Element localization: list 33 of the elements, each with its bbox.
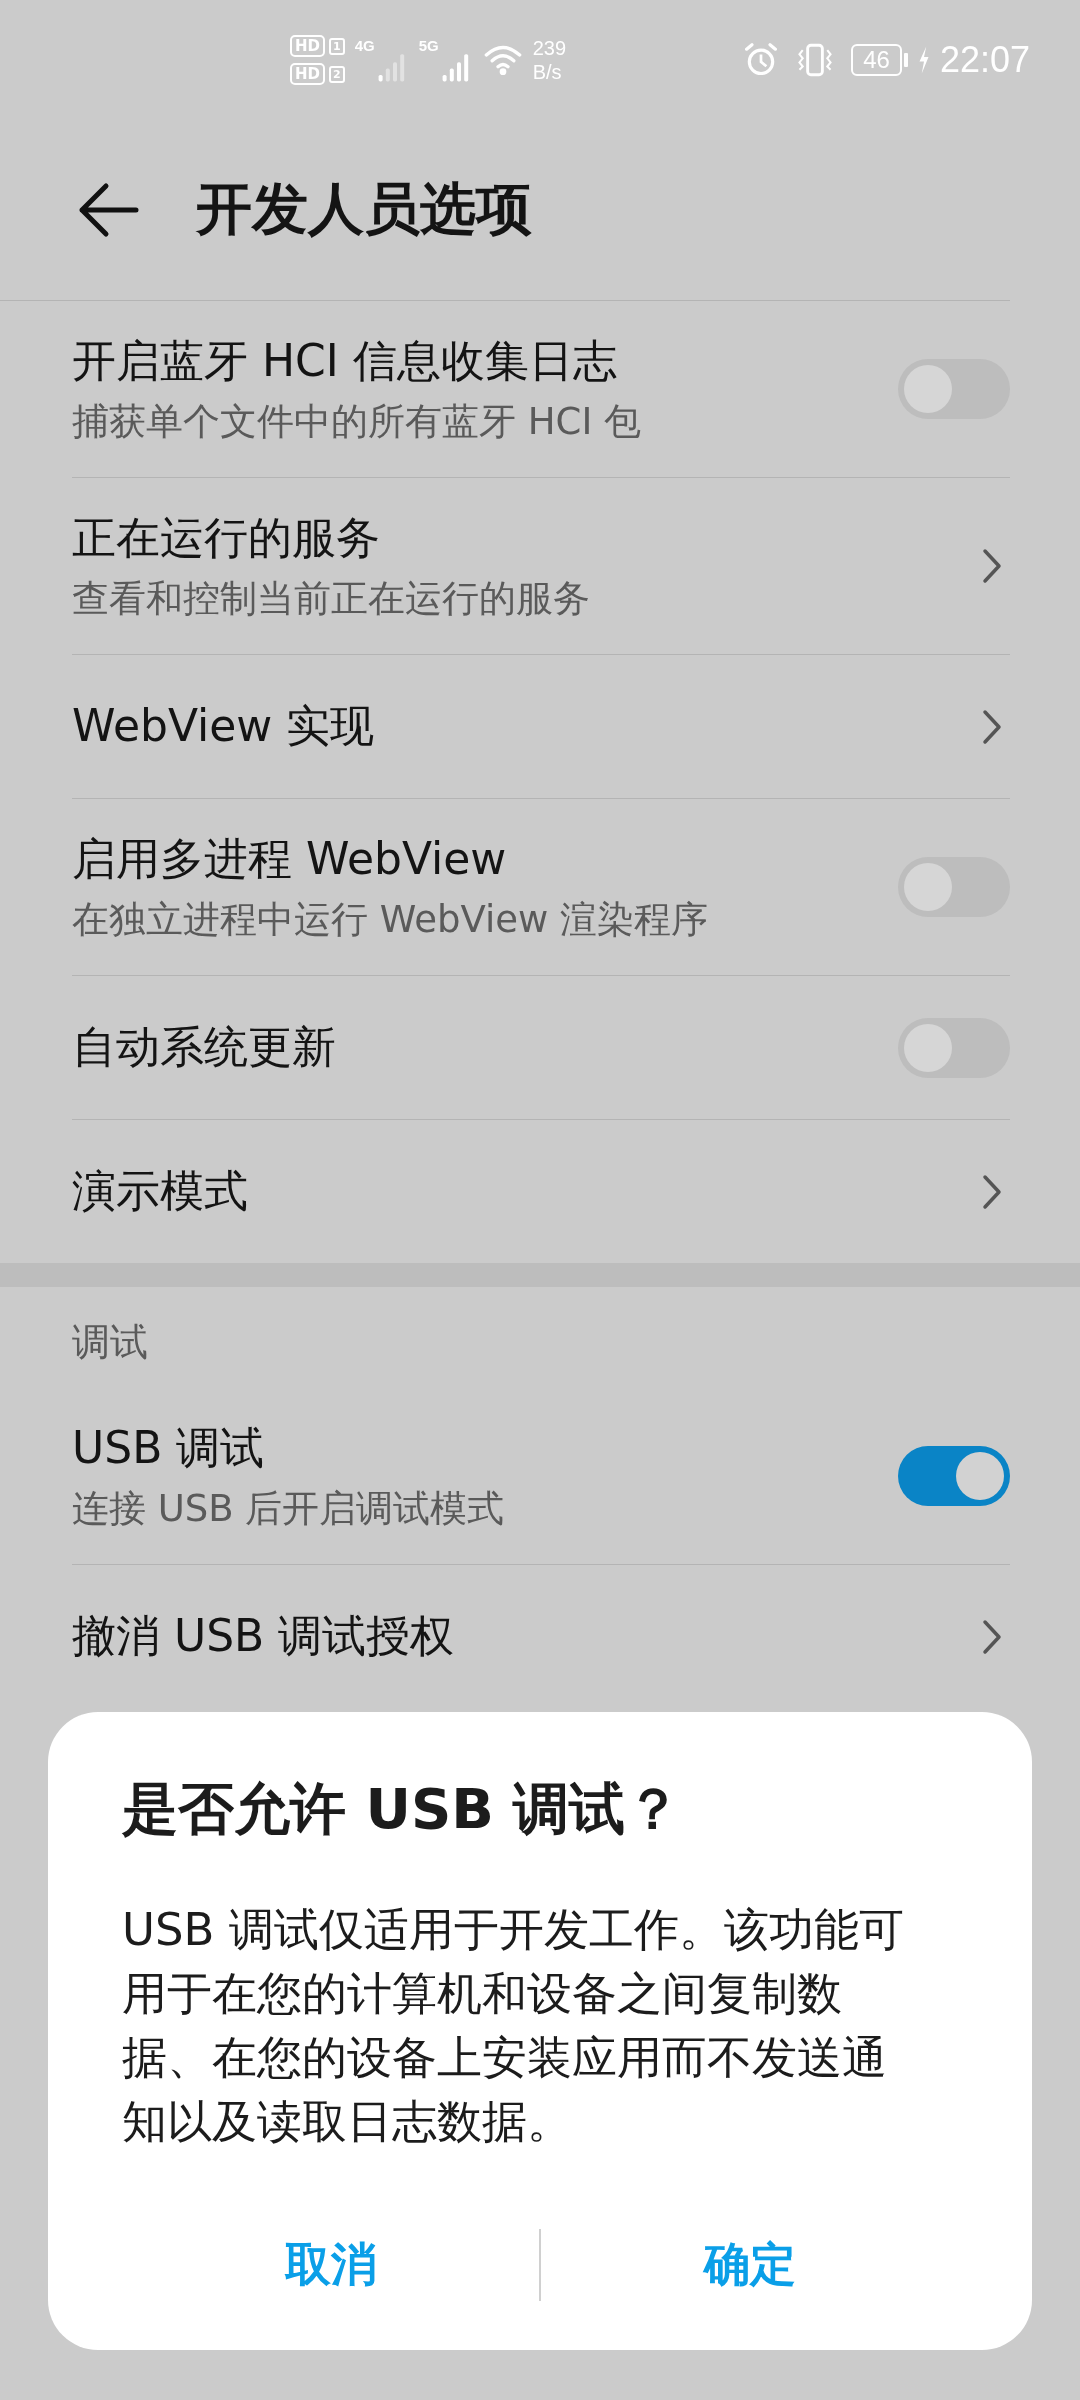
- dialog-message: USB 调试仅适用于开发工作。该功能可用于在您的计算机和设备之间复制数据、在您的设备上安装应用而不发送通知以及读取日志数据。: [122, 1902, 905, 2150]
- item-title: 开启蓝牙 HCI 信息收集日志: [72, 333, 618, 388]
- chevron-icon: [982, 548, 1002, 584]
- wifi-icon: [482, 43, 523, 77]
- charging-icon: [917, 45, 930, 75]
- dialog-title: 是否允许 USB 调试？: [122, 1775, 683, 1843]
- chevron-icon: [982, 1173, 1002, 1210]
- settings-item[interactable]: 撤消 USB 调试授权: [72, 1565, 1010, 1708]
- vibrate-icon: [797, 42, 834, 78]
- item-title: 演示模式: [72, 1164, 248, 1218]
- item-title: 撤消 USB 调试授权: [72, 1609, 455, 1663]
- settings-item[interactable]: 启用多进程 WebView 在独立进程中运行 WebView 渲染程序: [72, 799, 1010, 976]
- settings-item[interactable]: USB 调试 连接 USB 后开启调试模式: [72, 1388, 1010, 1565]
- settings-item[interactable]: 开启蓝牙 HCI 信息收集日志 捕获单个文件中的所有蓝牙 HCI 包: [72, 301, 1010, 478]
- item-subtitle: 查看和控制当前正在运行的服务: [72, 575, 590, 622]
- alarm-icon: [743, 42, 780, 78]
- item-title: WebView 实现: [72, 699, 375, 753]
- item-title: 启用多进程 WebView: [72, 831, 508, 886]
- toggle-switch[interactable]: [898, 1446, 1010, 1506]
- settings-item[interactable]: 正在运行的服务 查看和控制当前正在运行的服务: [72, 478, 1010, 655]
- chevron-icon: [982, 1618, 1002, 1655]
- settings-item[interactable]: 演示模式: [72, 1120, 1010, 1263]
- item-subtitle: 在独立进程中运行 WebView 渲染程序: [72, 896, 708, 943]
- item-subtitle: 捕获单个文件中的所有蓝牙 HCI 包: [72, 398, 642, 445]
- item-title: USB 调试: [72, 1420, 266, 1475]
- section-header: 调试: [72, 1320, 148, 1364]
- page-title: 开发人员选项: [196, 175, 532, 243]
- item-subtitle: 连接 USB 后开启调试模式: [72, 1485, 505, 1532]
- item-title: 正在运行的服务: [72, 510, 381, 565]
- settings-item[interactable]: 自动系统更新: [72, 976, 1010, 1120]
- chevron-icon: [982, 708, 1002, 745]
- settings-item[interactable]: WebView 实现: [72, 655, 1010, 799]
- item-title: 自动系统更新: [72, 1020, 336, 1074]
